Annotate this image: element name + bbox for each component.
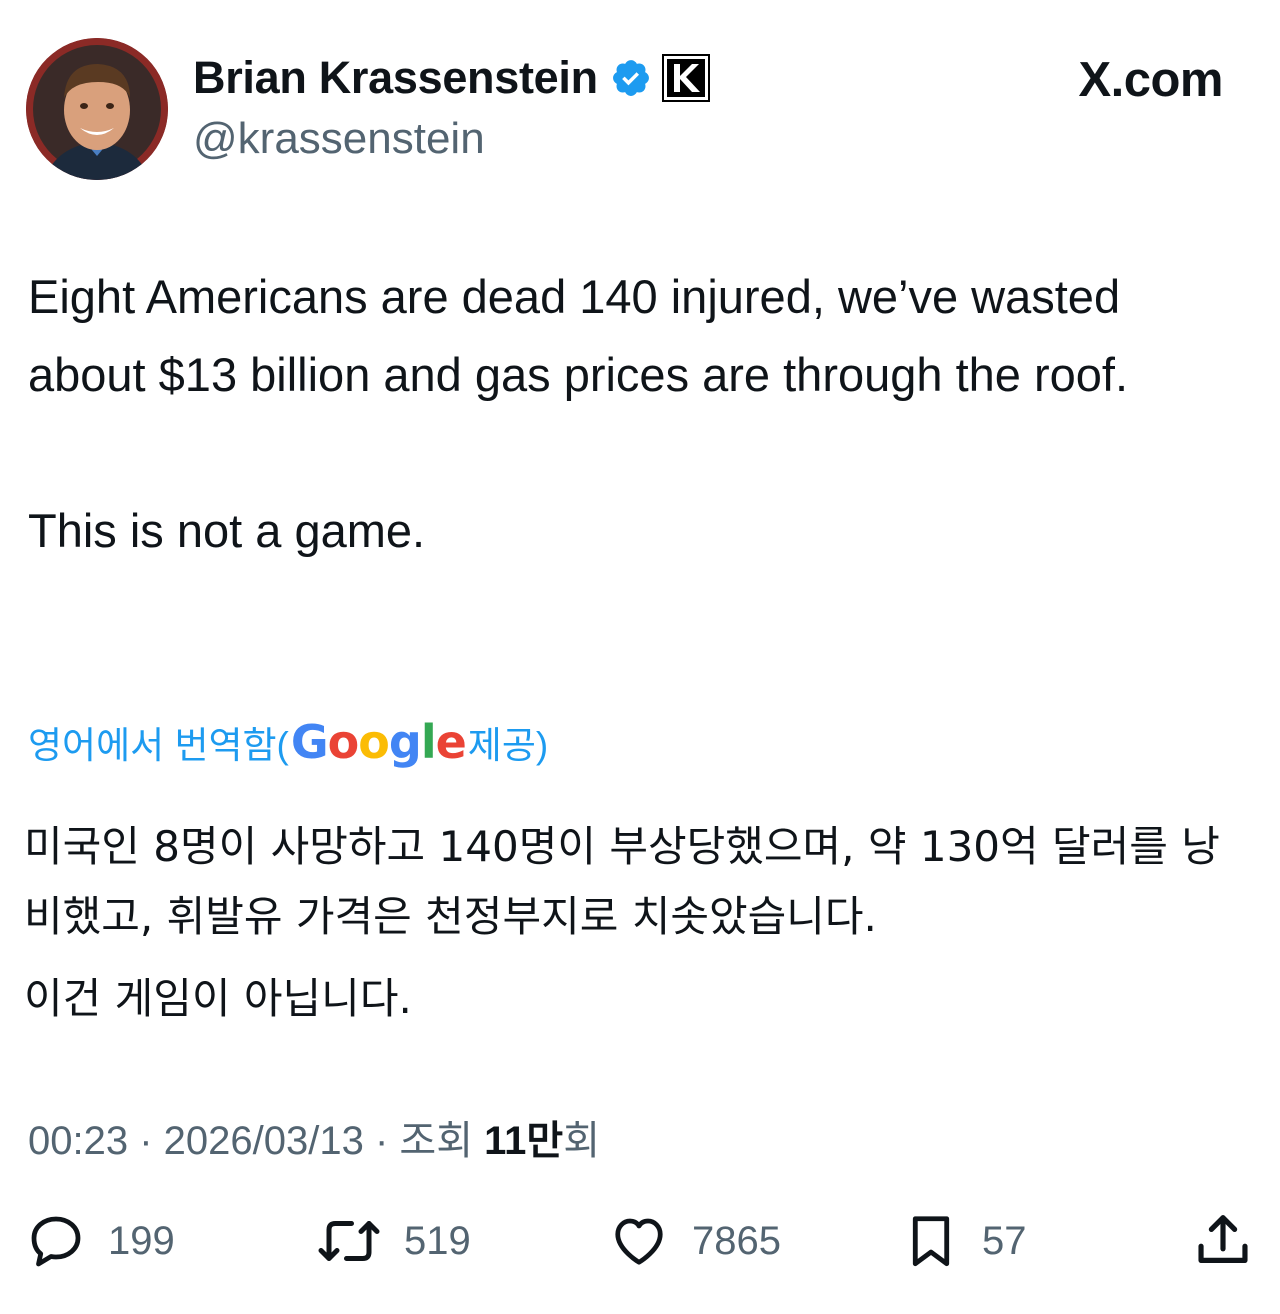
meta-separator: ·: [363, 1119, 400, 1163]
repost-count: 519: [404, 1218, 471, 1263]
translated-paragraph: 미국인 8명이 사망하고 140명이 부상당했으며, 약 130억 달러를 낭비…: [24, 822, 1220, 941]
views-count: 11만: [484, 1119, 564, 1163]
action-bar: 199 519 7865 57: [0, 1206, 1280, 1276]
tweet-text-translated: 미국인 8명이 사망하고 140명이 부상당했으며, 약 130억 달러를 낭비…: [24, 812, 1254, 1034]
translation-label-end: 제공): [467, 725, 549, 766]
reply-icon: [26, 1211, 86, 1271]
like-count: 7865: [692, 1218, 781, 1263]
bookmark-icon: [902, 1210, 960, 1272]
views-suffix: 회: [563, 1119, 601, 1163]
tweet-text-paragraph: This is not a game.: [28, 504, 426, 557]
bookmark-button[interactable]: 57: [902, 1206, 1027, 1276]
google-logo: Google: [290, 715, 467, 769]
share-button[interactable]: [1192, 1206, 1254, 1276]
share-icon: [1192, 1210, 1254, 1272]
author-display-name[interactable]: Brian Krassenstein: [193, 52, 598, 104]
reply-count: 199: [108, 1218, 175, 1263]
tweet-card: Brian Krassenstein @krassenstein X.com E…: [0, 0, 1280, 1314]
tweet-text-paragraph: Eight Americans are dead 140 injured, we…: [28, 270, 1129, 401]
reply-button[interactable]: 199: [26, 1206, 175, 1276]
translation-attribution[interactable]: 영어에서 번역함( Google 제공): [28, 712, 548, 772]
x-com-logo: X.com: [1078, 53, 1223, 107]
translated-paragraph: 이건 게임이 아닙니다.: [24, 974, 412, 1023]
repost-icon: [316, 1211, 382, 1271]
tweet-date[interactable]: 2026/03/13: [164, 1119, 364, 1163]
author-handle[interactable]: @krassenstein: [193, 114, 485, 164]
bookmark-count: 57: [982, 1218, 1027, 1263]
tweet-text-original: Eight Americans are dead 140 injured, we…: [28, 258, 1228, 570]
k-affiliation-logo-icon[interactable]: [661, 54, 710, 102]
heart-icon: [608, 1211, 670, 1271]
like-button[interactable]: 7865: [608, 1206, 781, 1276]
tweet-meta: 00:23 · 2026/03/13 · 조회 11만회: [28, 1108, 600, 1166]
views-label: 조회: [399, 1119, 485, 1163]
verified-badge-icon[interactable]: [610, 57, 652, 99]
author-name-row: Brian Krassenstein: [193, 52, 710, 104]
tweet-time[interactable]: 00:23: [28, 1119, 128, 1163]
translation-label: 영어에서 번역함(: [28, 725, 289, 766]
meta-separator: ·: [128, 1119, 164, 1163]
avatar[interactable]: [26, 38, 168, 180]
repost-button[interactable]: 519: [316, 1206, 471, 1276]
